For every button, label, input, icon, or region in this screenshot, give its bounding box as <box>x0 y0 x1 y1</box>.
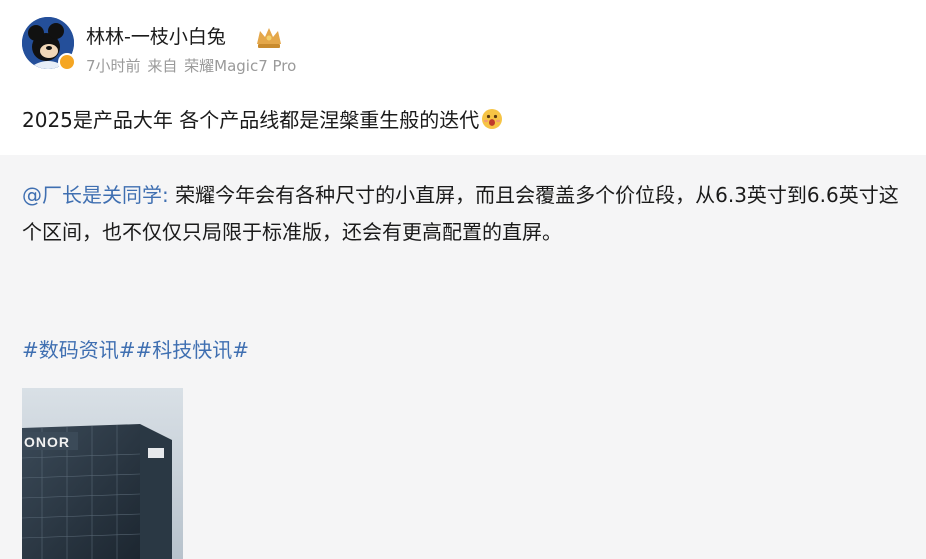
surprised-face-emoji-icon <box>481 108 503 137</box>
repost-text: @厂长是关同学: 荣耀今年会有各种尺寸的小直屏，而且会覆盖多个价位段，从6.3英… <box>22 177 902 251</box>
post-time: 7小时前 <box>86 57 141 75</box>
repost-card[interactable]: @厂长是关同学: 荣耀今年会有各种尺寸的小直屏，而且会覆盖多个价位段，从6.3英… <box>0 155 926 559</box>
image-sign-text: ONOR <box>24 434 70 450</box>
author-name[interactable]: 林林-一枝小白兔 <box>86 25 226 49</box>
repost-image[interactable]: ONOR <box>22 388 183 559</box>
crown-icon[interactable] <box>254 24 284 50</box>
verified-badge-icon <box>58 53 76 71</box>
hashtag-links[interactable]: #数码资讯##科技快讯# <box>22 335 249 365</box>
source-prefix: 来自 <box>147 57 178 75</box>
post-header: 林林-一枝小白兔 7小时前 来自 荣耀Magic7 Pro <box>0 0 926 100</box>
source-device[interactable]: 荣耀Magic7 Pro <box>184 57 296 75</box>
post-content: 2025是产品大年 各个产品线都是涅槃重生般的迭代 <box>22 106 503 137</box>
avatar[interactable] <box>22 17 76 71</box>
post-text: 2025是产品大年 各个产品线都是涅槃重生般的迭代 <box>22 108 480 132</box>
post-meta: 7小时前 来自 荣耀Magic7 Pro <box>86 56 298 76</box>
mention-link[interactable]: @厂长是关同学: <box>22 183 169 207</box>
